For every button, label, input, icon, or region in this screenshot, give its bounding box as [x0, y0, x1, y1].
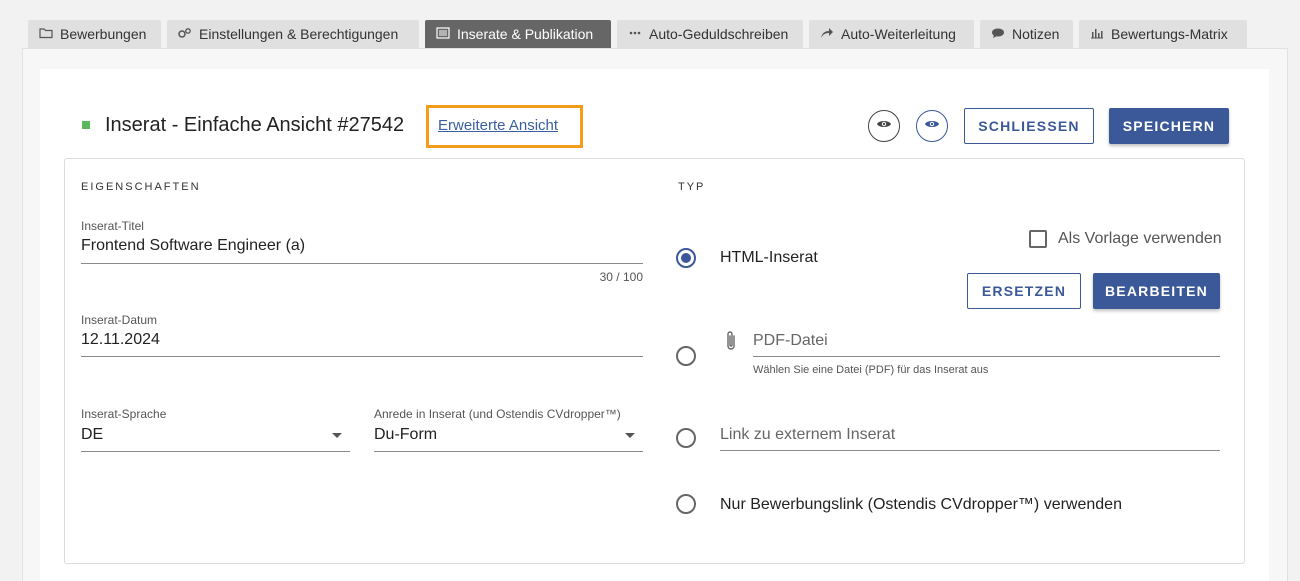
- status-indicator: [82, 121, 90, 129]
- tab-label: Einstellungen & Berechtigungen: [199, 26, 399, 42]
- preview-button[interactable]: [868, 110, 900, 142]
- radio-external-link[interactable]: [676, 428, 696, 448]
- language-select[interactable]: DE: [81, 426, 103, 444]
- chevron-down-icon: [625, 433, 635, 438]
- language-select-label: Inserat-Sprache: [81, 407, 167, 421]
- comment-icon: [990, 21, 1006, 49]
- pdf-file-input[interactable]: PDF-Datei: [753, 332, 828, 350]
- tab-label: Auto-Geduldschreiben: [649, 26, 789, 42]
- salutation-select[interactable]: Du-Form: [374, 426, 437, 444]
- close-button[interactable]: SCHLIESSEN: [964, 108, 1094, 144]
- eye-icon: [924, 117, 940, 135]
- title-field-underline: [81, 263, 643, 264]
- dots-icon: [627, 21, 643, 49]
- radio-link-only[interactable]: [676, 494, 696, 514]
- page-title: Inserat - Einfache Ansicht #27542: [105, 114, 405, 136]
- language-select-underline: [81, 451, 350, 452]
- share-arrow-icon: [819, 21, 835, 49]
- tab-label: Inserate & Publikation: [457, 26, 594, 42]
- tab-auto-geduldschreiben[interactable]: Auto-Geduldschreiben: [617, 20, 803, 48]
- type-heading: TYP: [678, 181, 706, 193]
- tab-label: Bewerbungen: [60, 26, 147, 42]
- folder-icon: [38, 21, 54, 49]
- save-button[interactable]: SPEICHERN: [1109, 108, 1229, 144]
- external-link-input[interactable]: Link zu externem Inserat: [720, 426, 895, 444]
- template-checkbox[interactable]: [1029, 230, 1047, 248]
- tab-inserate[interactable]: Inserate & Publikation: [425, 20, 611, 48]
- date-field-label: Inserat-Datum: [81, 313, 158, 327]
- tab-einstellungen[interactable]: Einstellungen & Berechtigungen: [167, 20, 419, 48]
- paperclip-icon: [724, 330, 738, 357]
- pdf-field-underline: [753, 356, 1220, 357]
- eye-icon: [876, 117, 892, 135]
- radio-html[interactable]: [676, 248, 696, 268]
- tab-bewerbungen[interactable]: Bewerbungen: [28, 20, 161, 48]
- pdf-hint: Wählen Sie eine Datei (PDF) für das Inse…: [753, 364, 989, 376]
- replace-button[interactable]: ERSETZEN: [967, 273, 1081, 309]
- tab-notizen[interactable]: Notizen: [980, 20, 1073, 48]
- chevron-down-icon: [332, 433, 342, 438]
- tab-label: Auto-Weiterleitung: [841, 26, 956, 42]
- bar-chart-icon: [1089, 21, 1105, 49]
- title-field-label: Inserat-Titel: [81, 219, 144, 233]
- title-field[interactable]: Frontend Software Engineer (a): [81, 237, 305, 255]
- list-icon: [435, 21, 451, 49]
- salutation-select-underline: [374, 451, 643, 452]
- html-option-label: HTML-Inserat: [720, 249, 818, 266]
- radio-pdf[interactable]: [676, 346, 696, 366]
- properties-heading: EIGENSCHAFTEN: [81, 181, 201, 193]
- salutation-select-label: Anrede in Inserat (und Ostendis CVdroppe…: [374, 407, 621, 421]
- external-link-underline: [720, 450, 1220, 451]
- gears-icon: [177, 21, 193, 49]
- tab-label: Bewertungs-Matrix: [1111, 26, 1228, 42]
- tab-bewertungs-matrix[interactable]: Bewertungs-Matrix: [1079, 20, 1247, 48]
- public-preview-button[interactable]: [916, 110, 948, 142]
- link-only-option-label: Nur Bewerbungslink (Ostendis CVdropper™)…: [720, 496, 1122, 513]
- date-field[interactable]: 12.11.2024: [81, 331, 160, 349]
- edit-button[interactable]: BEARBEITEN: [1093, 273, 1220, 309]
- template-checkbox-label: Als Vorlage verwenden: [1058, 230, 1222, 247]
- date-field-underline: [81, 356, 643, 357]
- title-char-counter: 30 / 100: [599, 270, 643, 284]
- tab-auto-weiterleitung[interactable]: Auto-Weiterleitung: [809, 20, 974, 48]
- tab-label: Notizen: [1012, 26, 1060, 42]
- advanced-view-link[interactable]: Erweiterte Ansicht: [438, 117, 558, 134]
